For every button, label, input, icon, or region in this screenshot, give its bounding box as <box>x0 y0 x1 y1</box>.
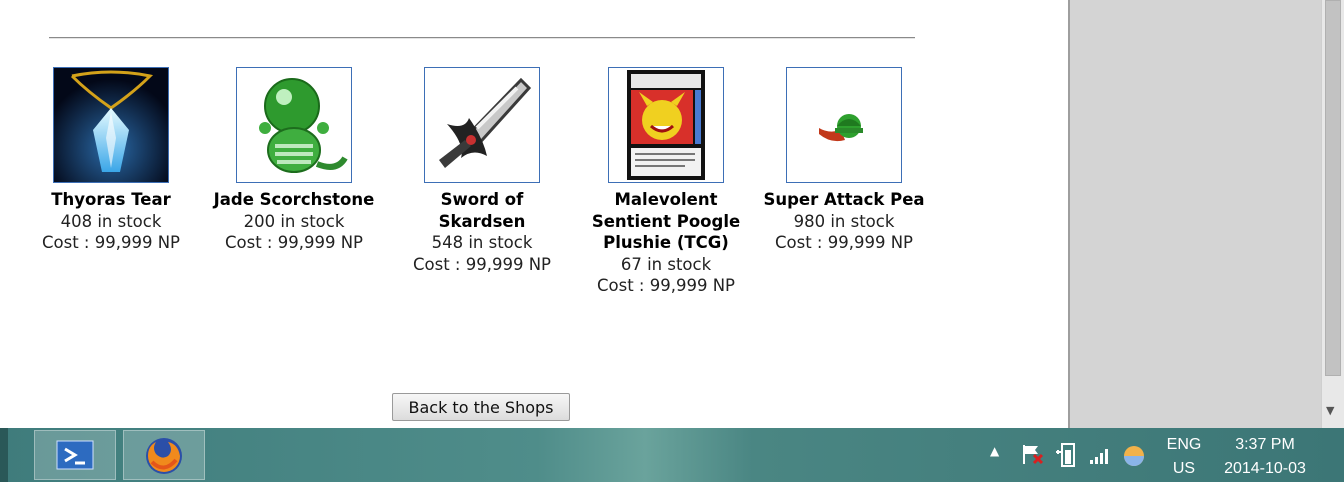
language-region: US <box>1172 460 1196 477</box>
side-panel <box>1068 0 1323 428</box>
scrollbar-thumb[interactable] <box>1325 0 1341 376</box>
shop-item: Jade Scorchstone 200 in stock Cost : 99,… <box>209 67 379 254</box>
item-image-sword-of-skardsen[interactable] <box>424 67 540 183</box>
firefox-icon <box>146 438 182 474</box>
taskbar-powershell[interactable] <box>34 430 116 480</box>
item-image-poogle-plushie-card[interactable] <box>608 67 724 183</box>
horizontal-divider <box>49 37 915 39</box>
item-stock: 980 in stock <box>793 211 895 231</box>
input-language-indicator[interactable]: ENG US <box>1160 433 1208 481</box>
shop-item: Thyoras Tear 408 in stock Cost : 99,999 … <box>26 67 196 254</box>
item-stock: 408 in stock <box>60 211 162 231</box>
powershell-icon <box>56 440 94 470</box>
language-code: ENG <box>1166 436 1202 453</box>
show-hidden-icons-icon[interactable]: ▲ <box>990 444 999 458</box>
shop-item: Super Attack Pea 980 in stock Cost : 99,… <box>759 67 929 254</box>
item-cost: Cost : 99,999 NP <box>412 254 551 274</box>
item-stock: 200 in stock <box>243 211 345 231</box>
back-to-shops-button[interactable]: Back to the Shops <box>392 393 570 421</box>
item-name[interactable]: Super Attack Pea <box>759 189 929 211</box>
taskbar-clock[interactable]: 3:37 PM 2014-10-03 <box>1210 433 1320 481</box>
item-image-super-attack-pea[interactable] <box>786 67 902 183</box>
item-cost: Cost : 99,999 NP <box>596 276 735 295</box>
network-signal-icon[interactable] <box>1088 446 1112 466</box>
item-cost: Cost : 99,999 NP <box>774 233 913 252</box>
vertical-scrollbar[interactable]: ▼ <box>1321 0 1344 428</box>
action-center-flag-icon[interactable] <box>1020 442 1046 466</box>
item-cost: Cost : 99,999 NP <box>41 233 180 252</box>
item-name[interactable]: Thyoras Tear <box>26 189 196 211</box>
clock-date: 2014-10-03 <box>1224 460 1306 477</box>
item-stock: 67 in stock <box>620 254 712 274</box>
start-edge[interactable] <box>0 428 8 482</box>
browser-content: Thyoras Tear 408 in stock Cost : 99,999 … <box>0 0 1068 428</box>
item-stock: 548 in stock <box>431 233 533 252</box>
item-name[interactable]: Sword of Skardsen <box>427 189 537 232</box>
item-cost: Cost : 99,999 NP <box>224 233 363 252</box>
item-name[interactable]: Malevolent Sentient Poogle Plushie (TCG) <box>586 189 746 254</box>
taskbar: ▲ ENG US 3:37 PM 2014-10-03 <box>0 428 1344 482</box>
item-image-thyoras-tear[interactable] <box>53 67 169 183</box>
battery-power-icon[interactable] <box>1054 442 1078 468</box>
scroll-down-arrow-icon[interactable]: ▼ <box>1326 404 1334 417</box>
shop-item: Malevolent Sentient Poogle Plushie (TCG)… <box>576 67 756 297</box>
item-image-jade-scorchstone[interactable] <box>236 67 352 183</box>
shop-item: Sword of Skardsen 548 in stock Cost : 99… <box>392 67 572 275</box>
taskbar-firefox[interactable] <box>123 430 205 480</box>
clock-time: 3:37 PM <box>1235 436 1295 453</box>
weather-app-icon[interactable] <box>1122 444 1146 468</box>
item-name[interactable]: Jade Scorchstone <box>209 189 379 211</box>
